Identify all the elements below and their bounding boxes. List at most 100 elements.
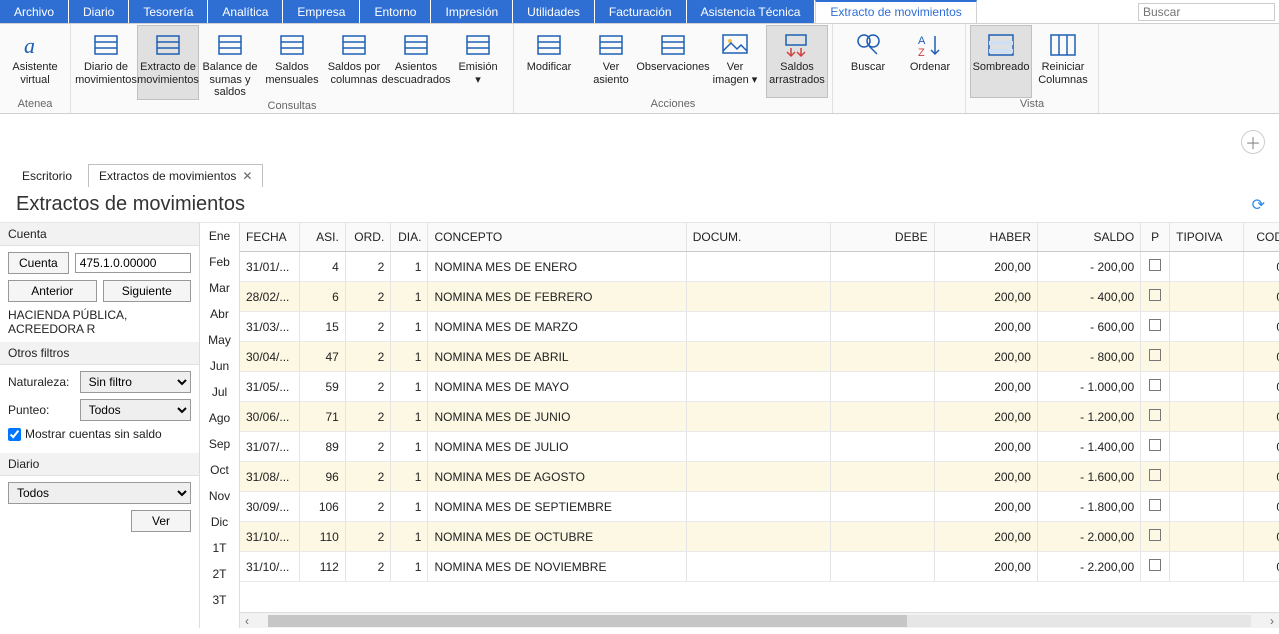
ribbon-ver-asiento[interactable]: Verasiento [580,25,642,98]
ribbon-asistente-virtual[interactable]: aAsistentevirtual [4,25,66,98]
checkbox-icon[interactable] [1149,409,1161,421]
ribbon-buscar[interactable]: Buscar [837,25,899,110]
ribbon-ordenar[interactable]: AZOrdenar [899,25,961,110]
ribbon-asientos-desc[interactable]: Asientosdescuadrados [385,25,447,100]
table-row[interactable]: 31/08/...9621NOMINA MES DE AGOSTO200,00-… [240,462,1279,492]
add-tab-button[interactable]: ＋ [1241,130,1265,154]
menu-entorno[interactable]: Entorno [360,0,431,23]
table-row[interactable]: 31/07/...8921NOMINA MES DE JULIO200,00- … [240,432,1279,462]
checkbox-icon[interactable] [1149,559,1161,571]
menu-utilidades[interactable]: Utilidades [513,0,595,23]
month-jul[interactable]: Jul [200,379,239,405]
menu-facturaci-n[interactable]: Facturación [595,0,687,23]
ribbon-balance-sumas[interactable]: Balance desumas y saldos [199,25,261,100]
ribbon-saldos-arrastrados[interactable]: Saldosarrastrados [766,25,828,98]
checkbox-icon[interactable] [1149,529,1161,541]
table-row[interactable]: 30/09/...10621NOMINA MES DE SEPTIEMBRE20… [240,492,1279,522]
ver-button[interactable]: Ver [131,510,191,532]
checkbox-icon[interactable] [1149,289,1161,301]
table-row[interactable]: 28/02/...621NOMINA MES DE FEBRERO200,00-… [240,282,1279,312]
month-nov[interactable]: Nov [200,483,239,509]
menu-archivo[interactable]: Archivo [0,0,69,23]
close-icon[interactable]: ✕ [242,169,252,183]
anterior-button[interactable]: Anterior [8,280,97,302]
menu-anal-tica[interactable]: Analítica [208,0,283,23]
ribbon-saldos-columnas[interactable]: Saldos porcolumnas [323,25,385,100]
mostrar-checkbox-label[interactable]: Mostrar cuentas sin saldo [8,427,162,441]
menu-tesorer-a[interactable]: Tesorería [129,0,208,23]
cell-cod: 0 [1244,342,1279,372]
month-sep[interactable]: Sep [200,431,239,457]
col-fecha[interactable]: FECHA [240,223,300,252]
diario-select[interactable]: Todos [8,482,191,504]
checkbox-icon[interactable] [1149,259,1161,271]
scroll-left-icon[interactable]: ‹ [240,614,254,628]
scroll-right-icon[interactable]: › [1265,614,1279,628]
col-docum[interactable]: DOCUM. [686,223,831,252]
siguiente-button[interactable]: Siguiente [103,280,192,302]
cell-tipoiva [1170,402,1244,432]
checkbox-icon[interactable] [1149,349,1161,361]
col-concepto[interactable]: CONCEPTO [428,223,686,252]
tab-extractos[interactable]: Extractos de movimientos ✕ [88,164,263,187]
col-tipoiva[interactable]: TIPOIVA [1170,223,1244,252]
punteo-select[interactable]: Todos [80,399,191,421]
month-may[interactable]: May [200,327,239,353]
col-debe[interactable]: DEBE [831,223,934,252]
cell-ord: 2 [345,402,390,432]
cuenta-button[interactable]: Cuenta [8,252,69,274]
naturaleza-select[interactable]: Sin filtro [80,371,191,393]
col-haber[interactable]: HABER [934,223,1037,252]
menu-extracto-de-movimientos[interactable]: Extracto de movimientos [815,0,976,23]
checkbox-icon[interactable] [1149,379,1161,391]
table-row[interactable]: 31/10/...11021NOMINA MES DE OCTUBRE200,0… [240,522,1279,552]
month-ene[interactable]: Ene [200,223,239,249]
menu-impresi-n[interactable]: Impresión [431,0,513,23]
cuenta-input[interactable] [75,253,191,273]
table-row[interactable]: 31/05/...5921NOMINA MES DE MAYO200,00- 1… [240,372,1279,402]
ribbon-saldos-mensuales[interactable]: Saldosmensuales [261,25,323,100]
mostrar-checkbox[interactable] [8,428,21,441]
ribbon-observaciones[interactable]: Observaciones [642,25,704,98]
ribbon-modificar[interactable]: Modificar [518,25,580,98]
search-input[interactable] [1138,3,1275,21]
col-asi[interactable]: ASI. [300,223,345,252]
month-2t[interactable]: 2T [200,561,239,587]
table-row[interactable]: 31/10/...11221NOMINA MES DE NOVIEMBRE200… [240,552,1279,582]
col-p[interactable]: P [1141,223,1170,252]
table-row[interactable]: 31/01/...421NOMINA MES DE ENERO200,00- 2… [240,252,1279,282]
refresh-icon[interactable]: ⟳ [1252,195,1265,215]
checkbox-icon[interactable] [1149,469,1161,481]
col-saldo[interactable]: SALDO [1037,223,1140,252]
checkbox-icon[interactable] [1149,499,1161,511]
tab-escritorio[interactable]: Escritorio [12,165,82,187]
col-ord[interactable]: ORD. [345,223,390,252]
ribbon-reiniciar-col[interactable]: ReiniciarColumnas [1032,25,1094,98]
checkbox-icon[interactable] [1149,439,1161,451]
menu-diario[interactable]: Diario [69,0,129,23]
menu-asistencia-t-cnica[interactable]: Asistencia Técnica [687,0,816,23]
ribbon-sombreado[interactable]: Sombreado [970,25,1032,98]
month-3t[interactable]: 3T [200,587,239,613]
month-dic[interactable]: Dic [200,509,239,535]
checkbox-icon[interactable] [1149,319,1161,331]
table-row[interactable]: 30/06/...7121NOMINA MES DE JUNIO200,00- … [240,402,1279,432]
ribbon-extracto-mov[interactable]: Extracto demovimientos [137,25,199,100]
ribbon-emision[interactable]: Emisión▾ [447,25,509,100]
col-dia[interactable]: DIA. [391,223,428,252]
col-cod[interactable]: COD [1244,223,1279,252]
cell-docum [686,552,831,582]
month-abr[interactable]: Abr [200,301,239,327]
month-1t[interactable]: 1T [200,535,239,561]
menu-empresa[interactable]: Empresa [283,0,360,23]
ribbon-ver-imagen[interactable]: Verimagen ▾ [704,25,766,98]
month-mar[interactable]: Mar [200,275,239,301]
month-jun[interactable]: Jun [200,353,239,379]
month-ago[interactable]: Ago [200,405,239,431]
month-feb[interactable]: Feb [200,249,239,275]
horizontal-scrollbar[interactable]: ‹ › [240,612,1279,628]
ribbon-diario-mov[interactable]: Diario demovimientos [75,25,137,100]
table-row[interactable]: 31/03/...1521NOMINA MES DE MARZO200,00- … [240,312,1279,342]
table-row[interactable]: 30/04/...4721NOMINA MES DE ABRIL200,00- … [240,342,1279,372]
month-oct[interactable]: Oct [200,457,239,483]
